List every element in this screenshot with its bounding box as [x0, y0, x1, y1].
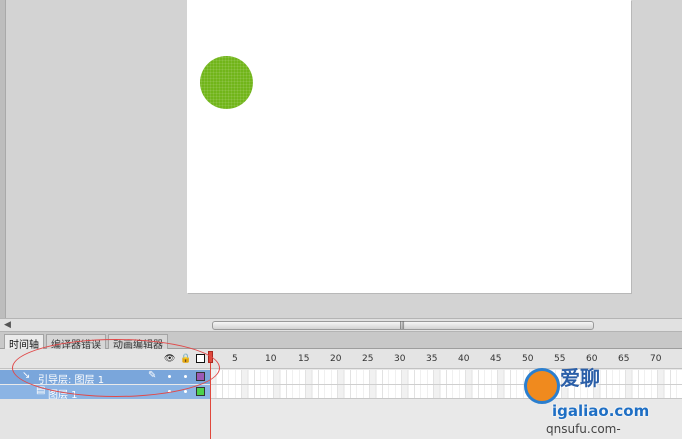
scroll-left-icon[interactable]: ◀	[4, 320, 11, 330]
frame-tick: 25	[362, 354, 374, 364]
layer-row-layer1[interactable]: ▤ 图层 1	[0, 385, 210, 401]
pencil-icon[interactable]: ✎	[148, 370, 156, 381]
visibility-dot[interactable]	[168, 375, 171, 378]
eye-icon[interactable]: 👁	[164, 354, 175, 364]
frame-tick: 40	[458, 354, 470, 364]
frame-tick: 10	[265, 354, 277, 364]
tab-timeline[interactable]: 时间轴	[4, 334, 44, 351]
panel-tab-bar: 时间轴 编译器错误 动画编辑器	[0, 332, 682, 351]
guide-layer-icon: ↘	[22, 370, 31, 381]
layer-name: 引导层: 图层 1	[38, 375, 105, 386]
frame-ruler[interactable]: 5 10 15 20 25 30 35 40 45 50 55 60 65 70	[210, 349, 682, 369]
layer-header: 👁 🔒	[0, 349, 210, 369]
layer-row-guide[interactable]: ↘ 引导层: 图层 1 ✎	[0, 370, 210, 386]
lock-dot[interactable]	[184, 390, 187, 393]
visibility-dot[interactable]	[168, 390, 171, 393]
frame-tick: 65	[618, 354, 630, 364]
horizontal-scrollbar[interactable]: ◀ |||	[0, 318, 682, 332]
stage-workspace[interactable]	[6, 0, 682, 318]
stage-canvas[interactable]	[187, 0, 631, 293]
layer-color-swatch[interactable]	[196, 372, 205, 381]
frame-tick: 60	[586, 354, 598, 364]
frame-tick: 20	[330, 354, 342, 364]
frame-tick: 30	[394, 354, 406, 364]
frame-row-divider	[210, 384, 682, 385]
scrollbar-grip: |||	[399, 320, 405, 329]
layer-icon: ▤	[36, 385, 46, 396]
frame-tick: 5	[232, 354, 238, 364]
tab-motion-editor[interactable]: 动画编辑器	[108, 334, 168, 351]
scrollbar-thumb[interactable]: |||	[212, 320, 594, 330]
frame-tick: 55	[554, 354, 566, 364]
tab-compiler-errors[interactable]: 编译器错误	[46, 334, 106, 351]
lock-dot[interactable]	[184, 375, 187, 378]
frame-tick: 15	[298, 354, 310, 364]
outline-icon[interactable]	[196, 354, 205, 363]
frame-tick: 35	[426, 354, 438, 364]
frame-tick: 45	[490, 354, 502, 364]
layer-color-swatch[interactable]	[196, 387, 205, 396]
lock-icon[interactable]: 🔒	[180, 354, 191, 364]
green-circle-symbol[interactable]	[200, 56, 253, 109]
layer-panel-empty-area	[0, 399, 210, 439]
frame-grid[interactable]	[210, 370, 682, 399]
frame-tick: 50	[522, 354, 534, 364]
frame-tick: 70	[650, 354, 662, 364]
